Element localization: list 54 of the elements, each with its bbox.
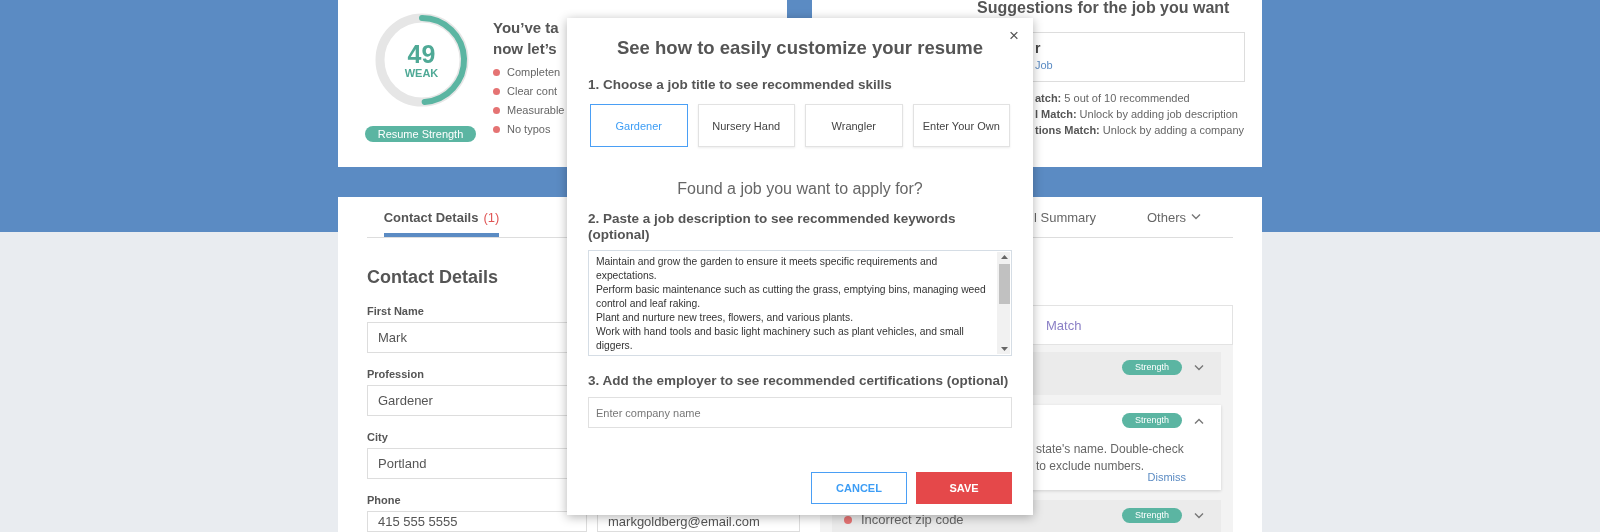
match-line: tions Match: Unlock by adding a company <box>1035 123 1246 138</box>
scroll-thumb[interactable] <box>999 264 1010 304</box>
field-label: City <box>367 430 388 444</box>
strength-badge: Resume Strength <box>365 126 476 142</box>
checklist-item: Measurable <box>507 103 565 118</box>
field-label: First Name <box>367 304 424 318</box>
tip-text: state's name. Double-check <box>1036 441 1184 458</box>
step-heading: 1. Choose a job title to see recommended skills <box>588 77 893 93</box>
chevron-up-icon[interactable] <box>1194 418 1204 424</box>
checklist-item: Completen <box>507 65 561 80</box>
scroll-up-icon[interactable] <box>1001 255 1008 259</box>
strength-badge: Strength <box>1122 508 1182 523</box>
step-heading: 3. Add the employer to see recommended certifications (optional) <box>588 373 1010 389</box>
job-title-option[interactable]: Wrangler <box>805 104 903 147</box>
card-heading: You’ve ta <box>493 18 560 38</box>
match-line: l Match: Unlock by adding job description <box>1035 107 1239 122</box>
score-rating: WEAK <box>404 66 439 80</box>
card-heading: now let’s <box>493 39 558 59</box>
job-title-option[interactable]: Nursery Hand <box>697 104 795 147</box>
error-dot-icon <box>844 516 852 524</box>
job-link[interactable]: Job <box>1035 57 1244 73</box>
tab[interactable]: Others <box>1147 197 1201 237</box>
chevron-down-icon[interactable] <box>1194 365 1204 371</box>
description-line: Maintain and grow the garden to ensure it meets specific requirements and expectations. <box>596 255 939 283</box>
job-description-field[interactable] <box>588 250 1012 356</box>
check-title: Incorrect zip code <box>861 512 964 528</box>
checklist-item: Clear cont <box>507 84 558 99</box>
card-title: Suggestions for the job you want <box>977 0 1231 16</box>
tab[interactable]: Contact Details (1) <box>384 197 499 237</box>
job-title: r <box>1035 39 1042 57</box>
bullet-icon <box>493 88 500 95</box>
tab[interactable]: l Summary <box>1034 197 1147 237</box>
bullet-icon <box>493 126 500 133</box>
field-label: Phone <box>367 493 401 507</box>
close-button[interactable]: × <box>1009 27 1019 45</box>
chevron-down-icon[interactable] <box>1194 513 1204 519</box>
modal-title: See how to easily customize your resume <box>616 36 984 60</box>
strength-badge: Strength <box>1122 360 1182 375</box>
company-name-field[interactable]: Enter company name <box>588 397 1012 428</box>
checklist-item: No typos <box>507 122 551 137</box>
tip-text: to exclude numbers. <box>1036 458 1145 475</box>
text-field[interactable]: 415 555 5555 <box>367 511 587 532</box>
step-heading: 2. Paste a job description to see recommended keywords (optional) <box>588 211 957 243</box>
prompt-text: Found a job you want to apply for? <box>676 179 924 199</box>
job-title-option[interactable]: Enter Your Own <box>912 104 1010 147</box>
dismiss-link[interactable]: Dismiss <box>1147 471 1186 483</box>
bullet-icon <box>493 69 500 76</box>
save-button[interactable]: SAVE <box>916 472 1012 504</box>
field-label: Profession <box>367 367 424 381</box>
bullet-icon <box>493 107 500 114</box>
match-line: atch: 5 out of 10 recommended <box>1035 91 1191 106</box>
score-value: 49 <box>407 40 436 67</box>
strength-badge: Strength <box>1122 413 1182 428</box>
section-title: Contact Details <box>367 266 499 289</box>
